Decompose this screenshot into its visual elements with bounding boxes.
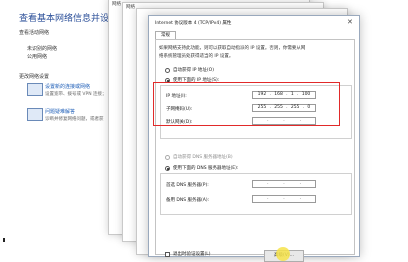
troubleshoot-desc: 诊断并修复网络问题，或者获: [45, 117, 104, 122]
description-line-2: 络系统管理员处获得适当的 IP 设置。: [159, 54, 234, 59]
alternate-dns-field[interactable]: ...: [252, 195, 316, 203]
cursor-marker: [3, 238, 5, 242]
validate-label: 退出时验证设置(L): [173, 252, 211, 257]
close-icon[interactable]: ✕: [347, 18, 353, 26]
window-tab-network-2[interactable]: 网络: [126, 4, 135, 10]
general-panel: 如果网络支持此功能，则可以获取自动指派的 IP 设置。否则，你需要从网 络系统管…: [155, 39, 355, 262]
network-name: 未识别的网络: [27, 46, 58, 52]
preferred-dns-label: 首选 DNS 服务器(P):: [166, 183, 209, 188]
window-tab-network[interactable]: 网络: [112, 1, 121, 7]
preferred-dns-field[interactable]: ...: [252, 180, 316, 188]
cursor-highlight: [276, 247, 290, 261]
setup-connection-desc: 设置宽带、拨号或 VPN 连接；: [45, 92, 107, 97]
troubleshoot-icon: [27, 108, 43, 121]
alternate-dns-label: 备用 DNS 服务器(A):: [166, 198, 210, 203]
dialog-title: Internet 协议版本 4 (TCP/IPv4) 属性: [155, 21, 232, 26]
troubleshoot-link[interactable]: 问题疑难解答: [45, 108, 75, 115]
radio-auto-dns[interactable]: [165, 155, 170, 160]
radio-auto-ip[interactable]: [165, 68, 170, 73]
red-highlight-box: [153, 82, 340, 126]
radio-manual-dns[interactable]: [165, 166, 170, 171]
ipv4-properties-dialog: Internet 协议版本 4 (TCP/IPv4) 属性 ✕ 常规 如果网络支…: [148, 15, 360, 262]
setup-connection-link[interactable]: 设置新的连接或网络: [45, 83, 90, 90]
network-setup-icon: [27, 83, 43, 96]
description-line-1: 如果网络支持此功能，则可以获取自动指派的 IP 设置。否则，你需要从网: [159, 46, 306, 51]
change-settings-heading: 更改网络设置: [19, 74, 50, 80]
network-type: 公用网络: [27, 54, 48, 60]
active-networks-heading: 查看活动网络: [19, 30, 50, 36]
radio-manual-dns-label: 使用下面的 DNS 服务器地址(E):: [173, 166, 239, 171]
radio-auto-dns-label: 自动获得 DNS 服务器地址(B): [173, 155, 233, 160]
radio-auto-ip-label: 自动获得 IP 地址(O): [173, 68, 214, 73]
